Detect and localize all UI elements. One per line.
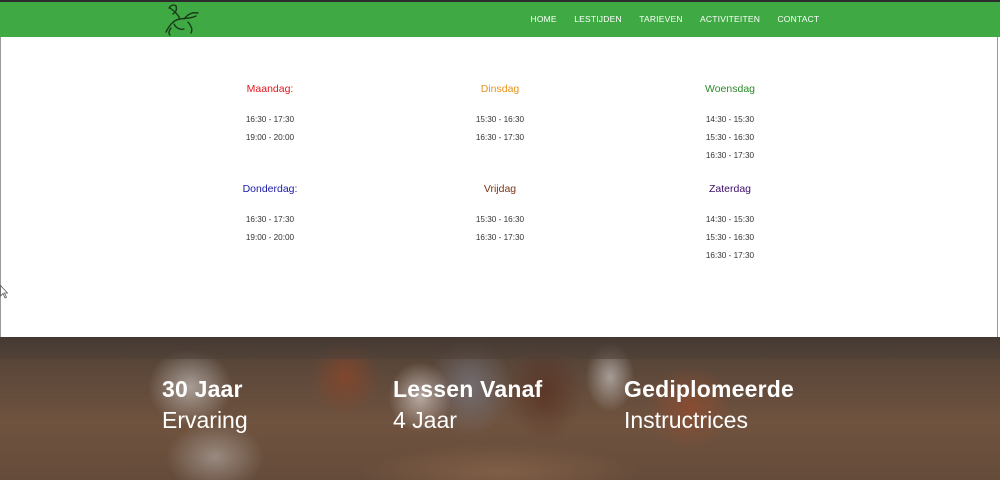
time-slot: 15:30 - 16:30 (705, 133, 755, 142)
stat-subtitle: Instructrices (624, 407, 748, 433)
time-slot: 16:30 - 17:30 (705, 151, 755, 160)
day-title: Maandag: (246, 83, 294, 95)
mouse-cursor-icon (0, 284, 9, 299)
day-title: Zaterdag (708, 183, 752, 195)
time-slot: 15:30 - 16:30 (475, 215, 525, 224)
nav-tarieven[interactable]: TARIEVEN (631, 2, 692, 37)
time-slot: 15:30 - 16:30 (705, 233, 755, 242)
stat-experience: 30 Jaar Ervaring (162, 375, 248, 437)
time-slot: 14:30 - 15:30 (705, 215, 755, 224)
day-donderdag: Donderdag: 16:30 - 17:30 19:00 - 20:00 (150, 182, 390, 247)
horse-logo-icon[interactable] (160, 2, 202, 36)
stat-instructors: Gediplomeerde Instructrices (624, 375, 794, 437)
stat-subtitle: 4 Jaar (393, 407, 457, 433)
hero-banner: 30 Jaar Ervaring Lessen Vanaf 4 Jaar Ged… (0, 337, 1000, 480)
time-slot: 16:30 - 17:30 (475, 233, 525, 242)
time-slot: 16:30 - 17:30 (245, 115, 295, 124)
day-woensdag: Woensdag 14:30 - 15:30 15:30 - 16:30 16:… (610, 82, 850, 165)
nav-contact[interactable]: CONTACT (769, 2, 828, 37)
time-slot: 14:30 - 15:30 (705, 115, 755, 124)
time-slot: 16:30 - 17:30 (245, 215, 295, 224)
nav-home[interactable]: HOME (522, 2, 566, 37)
day-maandag: Maandag: 16:30 - 17:30 19:00 - 20:00 (150, 82, 390, 147)
day-title: Vrijdag (483, 183, 517, 195)
time-slot: 19:00 - 20:00 (245, 133, 295, 142)
day-title: Donderdag: (242, 183, 298, 195)
time-slot: 16:30 - 17:30 (475, 133, 525, 142)
time-slot: 15:30 - 16:30 (475, 115, 525, 124)
day-title: Woensdag (704, 83, 755, 95)
time-slots: 15:30 - 16:30 16:30 - 17:30 (380, 211, 620, 247)
day-vrijdag: Vrijdag 15:30 - 16:30 16:30 - 17:30 (380, 182, 620, 247)
time-slots: 14:30 - 15:30 15:30 - 16:30 16:30 - 17:3… (610, 111, 850, 165)
stat-subtitle: Ervaring (162, 407, 248, 433)
stat-title: Gediplomeerde (624, 376, 795, 402)
arena-rail (0, 337, 1000, 359)
nav-lestijden[interactable]: LESTIJDEN (566, 2, 631, 37)
day-dinsdag: Dinsdag 15:30 - 16:30 16:30 - 17:30 (380, 82, 620, 147)
nav-activiteiten[interactable]: ACTIVITEITEN (691, 2, 768, 37)
time-slots: 14:30 - 15:30 15:30 - 16:30 16:30 - 17:3… (610, 211, 850, 265)
day-title: Dinsdag (480, 83, 520, 95)
top-navbar: HOME LESTIJDEN TARIEVEN ACTIVITEITEN CON… (0, 0, 1000, 37)
time-slots: 16:30 - 17:30 19:00 - 20:00 (150, 111, 390, 147)
main-nav: HOME LESTIJDEN TARIEVEN ACTIVITEITEN CON… (522, 2, 828, 37)
time-slots: 16:30 - 17:30 19:00 - 20:00 (150, 211, 390, 247)
time-slot: 19:00 - 20:00 (245, 233, 295, 242)
time-slots: 15:30 - 16:30 16:30 - 17:30 (380, 111, 620, 147)
lesson-schedule: Maandag: 16:30 - 17:30 19:00 - 20:00 Din… (150, 82, 850, 292)
stat-lessons-age: Lessen Vanaf 4 Jaar (393, 375, 542, 437)
time-slot: 16:30 - 17:30 (705, 251, 755, 260)
day-zaterdag: Zaterdag 14:30 - 15:30 15:30 - 16:30 16:… (610, 182, 850, 265)
stat-title: 30 Jaar (162, 376, 243, 402)
stat-title: Lessen Vanaf (393, 376, 543, 402)
